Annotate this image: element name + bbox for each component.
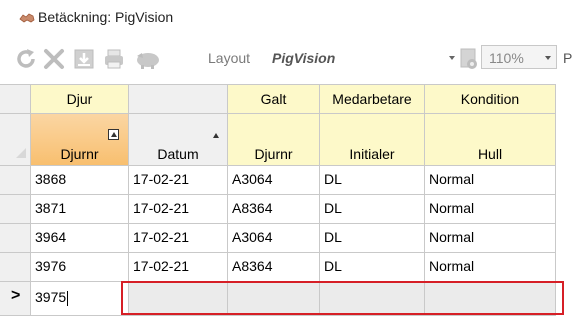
current-row-arrow: >: [11, 287, 21, 304]
group-header-kondition: Kondition: [425, 84, 556, 114]
new-row-djurnr-input[interactable]: 3975: [31, 282, 129, 316]
layout-select[interactable]: PigVision: [272, 50, 335, 66]
group-header-djur: Djur: [31, 84, 129, 114]
group-header-galt: Galt: [228, 84, 320, 114]
window-title: Betäckning: PigVision: [38, 9, 174, 25]
row-header[interactable]: [0, 195, 31, 224]
sort-ascending-icon[interactable]: [108, 129, 119, 140]
row-header-corner: [0, 84, 31, 114]
sort-ascending-icon[interactable]: [213, 133, 219, 138]
cell-initialer[interactable]: DL: [320, 195, 425, 224]
cell-initialer[interactable]: DL: [320, 253, 425, 282]
group-header-medarbetare: Medarbetare: [320, 84, 425, 114]
window-title-bar: Betäckning: PigVision: [0, 0, 574, 36]
pig-layout-icon[interactable]: [132, 47, 162, 71]
cell-datum[interactable]: 17-02-21: [129, 166, 228, 195]
toolbar-cut-label: P: [563, 50, 573, 66]
row-header-column-corner: [0, 114, 31, 166]
zoom-settings-icon[interactable]: [459, 47, 479, 71]
chevron-down-icon[interactable]: [449, 56, 455, 60]
cell-djurnr[interactable]: 3868: [31, 166, 129, 195]
cell-djurnr[interactable]: 3871: [31, 195, 129, 224]
column-header-initialer[interactable]: Initialer: [320, 114, 425, 166]
cell-galt-djurnr[interactable]: A3064: [228, 166, 320, 195]
highlight-box: [121, 281, 564, 315]
print-icon[interactable]: [102, 47, 126, 71]
new-row-indicator: >: [0, 282, 31, 316]
cell-datum[interactable]: 17-02-21: [129, 253, 228, 282]
zoom-value: 110%: [489, 50, 524, 66]
cell-initialer[interactable]: DL: [320, 224, 425, 253]
row-header[interactable]: [0, 166, 31, 195]
column-header-galt-djurnr[interactable]: Djurnr: [228, 114, 320, 166]
pig-icon: [19, 13, 35, 23]
text-caret: [67, 290, 69, 306]
row-header[interactable]: [0, 224, 31, 253]
cell-hull[interactable]: Normal: [425, 224, 556, 253]
cell-djurnr[interactable]: 3964: [31, 224, 129, 253]
cell-galt-djurnr[interactable]: A3064: [228, 224, 320, 253]
select-all-icon[interactable]: [16, 148, 26, 158]
delete-icon[interactable]: [42, 47, 66, 71]
cell-djurnr[interactable]: 3976: [31, 253, 129, 282]
column-header-label: Djurnr: [60, 146, 99, 162]
cell-hull[interactable]: Normal: [425, 166, 556, 195]
cell-datum[interactable]: 17-02-21: [129, 224, 228, 253]
column-header-label: Hull: [477, 146, 503, 162]
column-header-datum[interactable]: Datum: [129, 114, 228, 166]
refresh-icon[interactable]: [14, 47, 38, 71]
column-header-label: Djurnr: [254, 146, 293, 162]
column-header-djurnr[interactable]: Djurnr: [31, 114, 129, 166]
cell-hull[interactable]: Normal: [425, 195, 556, 224]
row-header[interactable]: [0, 253, 31, 282]
chevron-down-icon[interactable]: [545, 56, 551, 60]
column-header-label: Initialer: [349, 146, 395, 162]
layout-label: Layout: [208, 50, 251, 66]
new-row-djurnr-value: 3975: [35, 289, 67, 305]
cell-hull[interactable]: Normal: [425, 253, 556, 282]
group-header-empty: [129, 84, 228, 114]
column-header-hull[interactable]: Hull: [425, 114, 556, 166]
download-icon[interactable]: [72, 47, 96, 71]
column-header-label: Datum: [157, 146, 199, 162]
cell-initialer[interactable]: DL: [320, 166, 425, 195]
cell-galt-djurnr[interactable]: A8364: [228, 195, 320, 224]
cell-datum[interactable]: 17-02-21: [129, 195, 228, 224]
cell-galt-djurnr[interactable]: A8364: [228, 253, 320, 282]
